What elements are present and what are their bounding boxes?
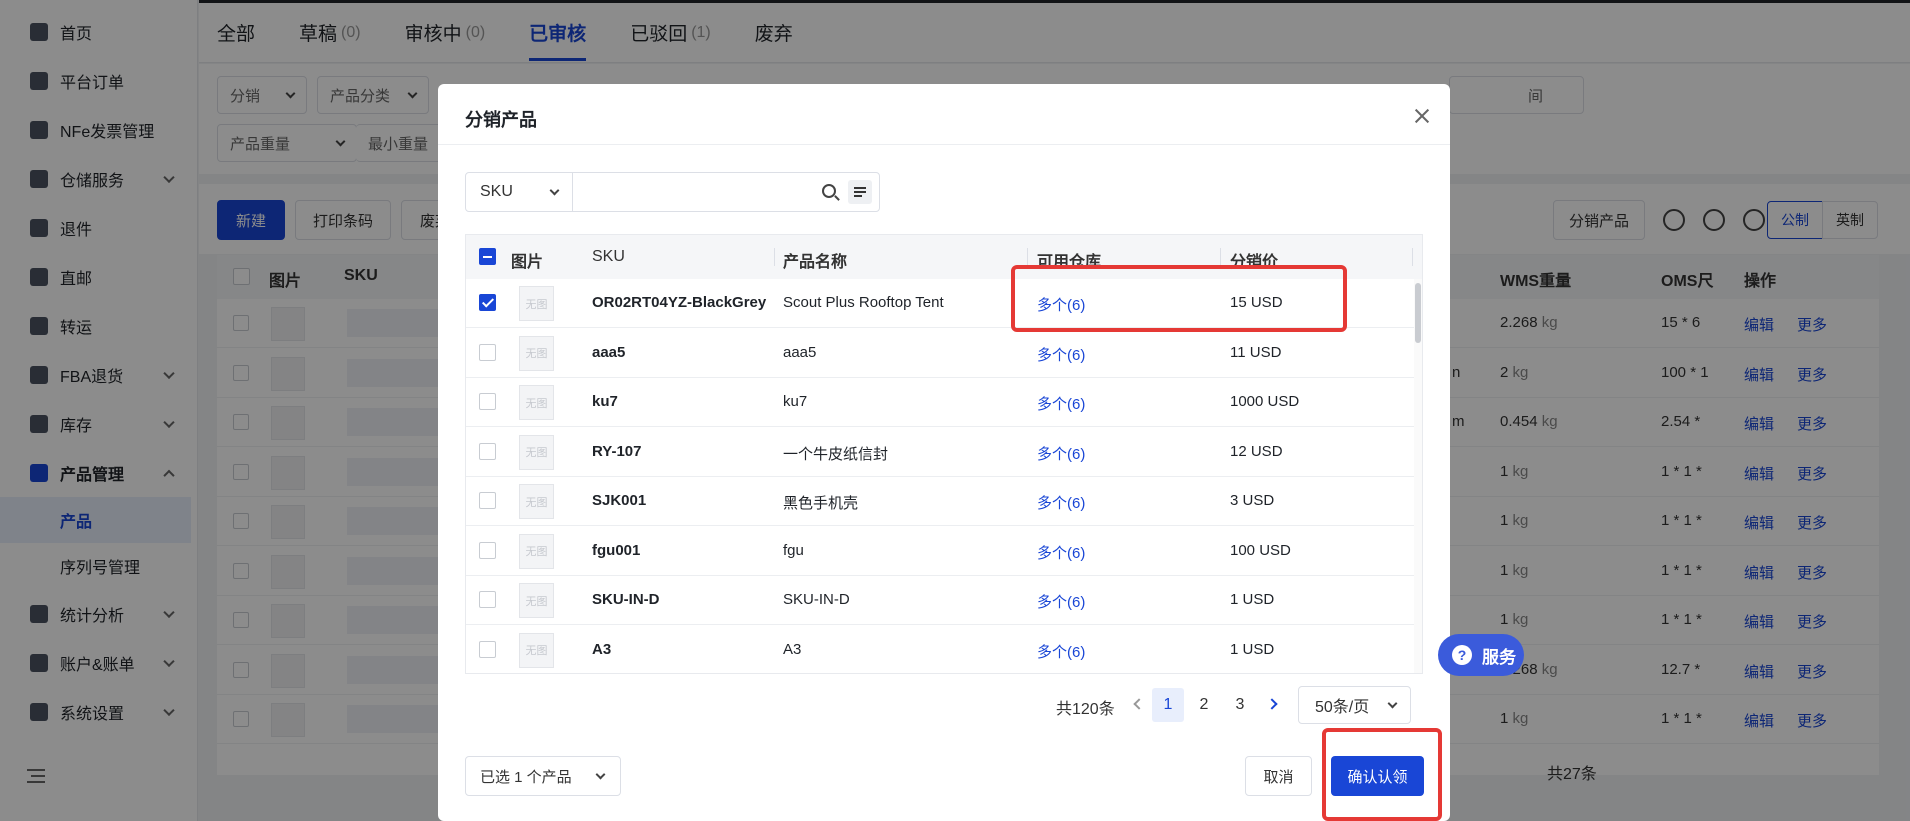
cancel-button[interactable]: 取消 — [1245, 756, 1312, 796]
page-1[interactable]: 1 — [1152, 688, 1184, 722]
page-size-select[interactable]: 50条/页 — [1298, 686, 1411, 724]
warehouse-link[interactable]: 多个(6) — [1037, 344, 1085, 365]
product-row[interactable]: 无图 ku7 ku7 多个(6) 1000 USD — [466, 378, 1416, 427]
row-checkbox[interactable] — [479, 492, 496, 509]
product-thumbnail: 无图 — [519, 434, 554, 470]
product-name-cell: aaa5 — [783, 343, 817, 361]
price-cell: 1000 USD — [1230, 393, 1300, 410]
product-thumbnail: 无图 — [519, 484, 554, 519]
service-button[interactable]: ? 服务 — [1438, 634, 1524, 676]
sku-cell: aaa5 — [592, 343, 626, 361]
row-checkbox[interactable] — [479, 294, 496, 311]
product-name-cell: SKU-IN-D — [783, 591, 850, 608]
sku-cell: SJK001 — [592, 492, 647, 509]
product-thumbnail: 无图 — [519, 583, 554, 618]
row-checkbox[interactable] — [479, 343, 496, 361]
table-scrollbar[interactable] — [1414, 279, 1422, 673]
divider — [438, 144, 1450, 145]
prev-page-icon[interactable] — [1133, 698, 1145, 710]
sku-cell: RY-107 — [592, 442, 642, 460]
row-checkbox[interactable] — [479, 591, 496, 608]
price-cell: 1 USD — [1230, 640, 1275, 658]
price-cell: 100 USD — [1230, 541, 1291, 559]
row-checkbox[interactable] — [479, 442, 496, 460]
highlight-warehouse-price — [1011, 265, 1347, 332]
sku-cell: fgu001 — [592, 541, 641, 559]
sku-cell: SKU-IN-D — [592, 591, 660, 608]
total-count: 共120条 — [1056, 701, 1115, 718]
sku-cell: ku7 — [592, 393, 618, 410]
chevron-down-icon — [549, 185, 560, 196]
product-row[interactable]: 无图 SKU-IN-D SKU-IN-D 多个(6) 1 USD — [466, 576, 1416, 625]
sku-cell: OR02RT04YZ-BlackGrey — [592, 294, 767, 311]
warehouse-link[interactable]: 多个(6) — [1037, 542, 1085, 563]
row-checkbox[interactable] — [479, 640, 496, 658]
warehouse-link[interactable]: 多个(6) — [1037, 591, 1085, 612]
product-thumbnail: 无图 — [519, 385, 554, 420]
product-row[interactable]: 无图 SJK001 黑色手机壳 多个(6) 3 USD — [466, 477, 1416, 526]
product-name-cell: 一个牛皮纸信封 — [783, 445, 889, 463]
help-icon: ? — [1452, 645, 1472, 665]
product-thumbnail: 无图 — [519, 533, 554, 569]
close-icon[interactable] — [1412, 106, 1432, 126]
row-checkbox[interactable] — [479, 541, 496, 559]
product-thumbnail: 无图 — [519, 286, 554, 321]
next-page-icon[interactable] — [1266, 698, 1278, 710]
distribute-product-dialog: 分销产品 SKU 图片 SKU 产品名称 可用仓库 分销价 无图 OR02RT04… — [438, 84, 1450, 821]
chevron-down-icon — [1387, 698, 1398, 709]
dialog-title: 分销产品 — [465, 110, 537, 130]
page-3[interactable]: 3 — [1224, 688, 1256, 722]
price-cell: 11 USD — [1230, 343, 1282, 361]
warehouse-link[interactable]: 多个(6) — [1037, 443, 1085, 464]
price-cell: 1 USD — [1230, 591, 1275, 608]
select-all-checkbox[interactable] — [479, 248, 496, 265]
warehouse-link[interactable]: 多个(6) — [1037, 641, 1085, 662]
product-row[interactable]: 无图 aaa5 aaa5 多个(6) 11 USD — [466, 329, 1416, 378]
product-name-cell: fgu — [783, 541, 804, 559]
row-checkbox[interactable] — [479, 393, 496, 410]
warehouse-link[interactable]: 多个(6) — [1037, 492, 1085, 513]
highlight-confirm-button — [1322, 728, 1442, 821]
search-type-select[interactable]: SKU — [465, 172, 573, 212]
product-row[interactable]: 无图 RY-107 一个牛皮纸信封 多个(6) 12 USD — [466, 428, 1416, 477]
scrollbar-thumb[interactable] — [1415, 283, 1421, 343]
warehouse-link[interactable]: 多个(6) — [1037, 393, 1085, 414]
product-thumbnail: 无图 — [519, 632, 554, 668]
chevron-down-icon — [595, 769, 606, 780]
selected-products-dropdown[interactable]: 已选 1 个产品 — [465, 756, 621, 796]
price-cell: 3 USD — [1230, 492, 1275, 509]
product-name-cell: ku7 — [783, 393, 808, 410]
price-cell: 12 USD — [1230, 442, 1283, 460]
product-thumbnail: 无图 — [519, 335, 554, 371]
product-row[interactable]: 无图 A3 A3 多个(6) 1 USD — [466, 626, 1416, 674]
search-icon[interactable] — [822, 184, 836, 198]
product-name-cell: A3 — [783, 640, 802, 658]
sku-cell: A3 — [592, 640, 612, 658]
batch-search-icon[interactable] — [848, 180, 872, 204]
product-row[interactable]: 无图 fgu001 fgu 多个(6) 100 USD — [466, 527, 1416, 576]
product-name-cell: 黑色手机壳 — [783, 495, 859, 512]
page-2[interactable]: 2 — [1188, 688, 1220, 722]
product-name-cell: Scout Plus Rooftop Tent — [783, 294, 944, 311]
